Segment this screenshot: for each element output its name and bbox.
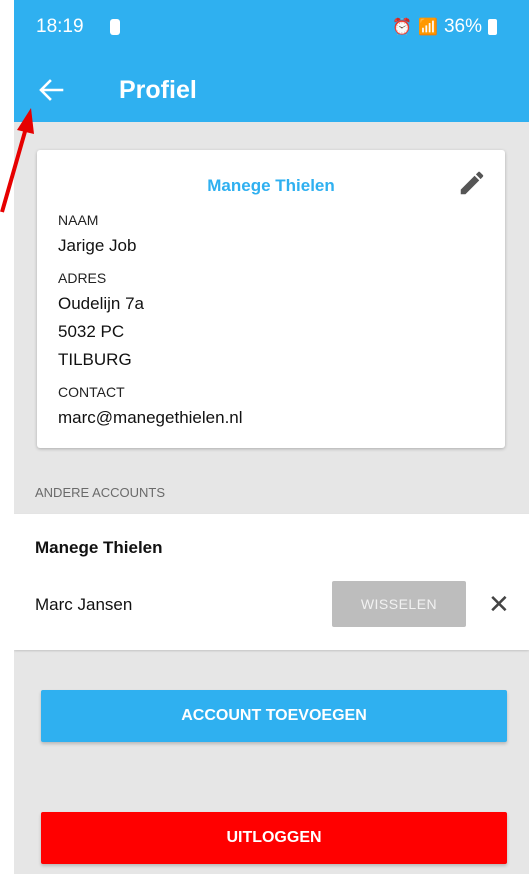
name-value: Jarige Job: [58, 236, 137, 255]
logout-button[interactable]: UITLOGGEN: [41, 812, 507, 864]
account-group-name: Manege Thielen: [35, 538, 163, 557]
address-line-2: 5032 PC: [58, 322, 125, 341]
status-bar: 18:19 ⏰ 📶 36%: [14, 0, 529, 58]
profile-card: Manege Thielen NAAM Jarige Job ADRES Oud…: [37, 150, 505, 448]
status-icons: ⏰ 📶 36%: [392, 16, 497, 38]
app-bar: Profiel: [14, 58, 529, 122]
page-title: Profiel: [119, 76, 197, 104]
contact-value: marc@manegethielen.nl: [58, 408, 243, 427]
close-icon[interactable]: ✕: [488, 590, 510, 618]
account-user-name: Marc Jansen: [35, 595, 133, 614]
back-button[interactable]: [36, 72, 72, 108]
address-line-3: TILBURG: [58, 350, 132, 369]
battery-icon: [488, 19, 497, 35]
card-title: Manege Thielen: [207, 176, 335, 195]
add-account-button[interactable]: ACCOUNT TOEVOEGEN: [41, 690, 507, 742]
address-label: ADRES: [58, 270, 107, 286]
alarm-icon: ⏰: [392, 19, 413, 36]
pencil-icon[interactable]: [457, 168, 487, 198]
status-time: 18:19: [36, 16, 84, 37]
battery-saver-icon: [110, 19, 120, 35]
arrow-left-icon: [39, 79, 64, 101]
contact-label: CONTACT: [58, 384, 125, 400]
accounts-list: Manege Thielen Marc Jansen WISSELEN ✕: [14, 514, 529, 650]
address-line-1: Oudelijn 7a: [58, 294, 145, 313]
switch-account-button[interactable]: WISSELEN: [332, 581, 466, 627]
other-accounts-header: ANDERE ACCOUNTS: [35, 485, 166, 500]
name-label: NAAM: [58, 212, 99, 228]
phone-screen: 18:19 ⏰ 📶 36% Profiel Manege Thielen NAA…: [14, 0, 529, 874]
wifi-icon: 📶: [418, 19, 438, 36]
battery-percent: 36%: [443, 16, 482, 37]
